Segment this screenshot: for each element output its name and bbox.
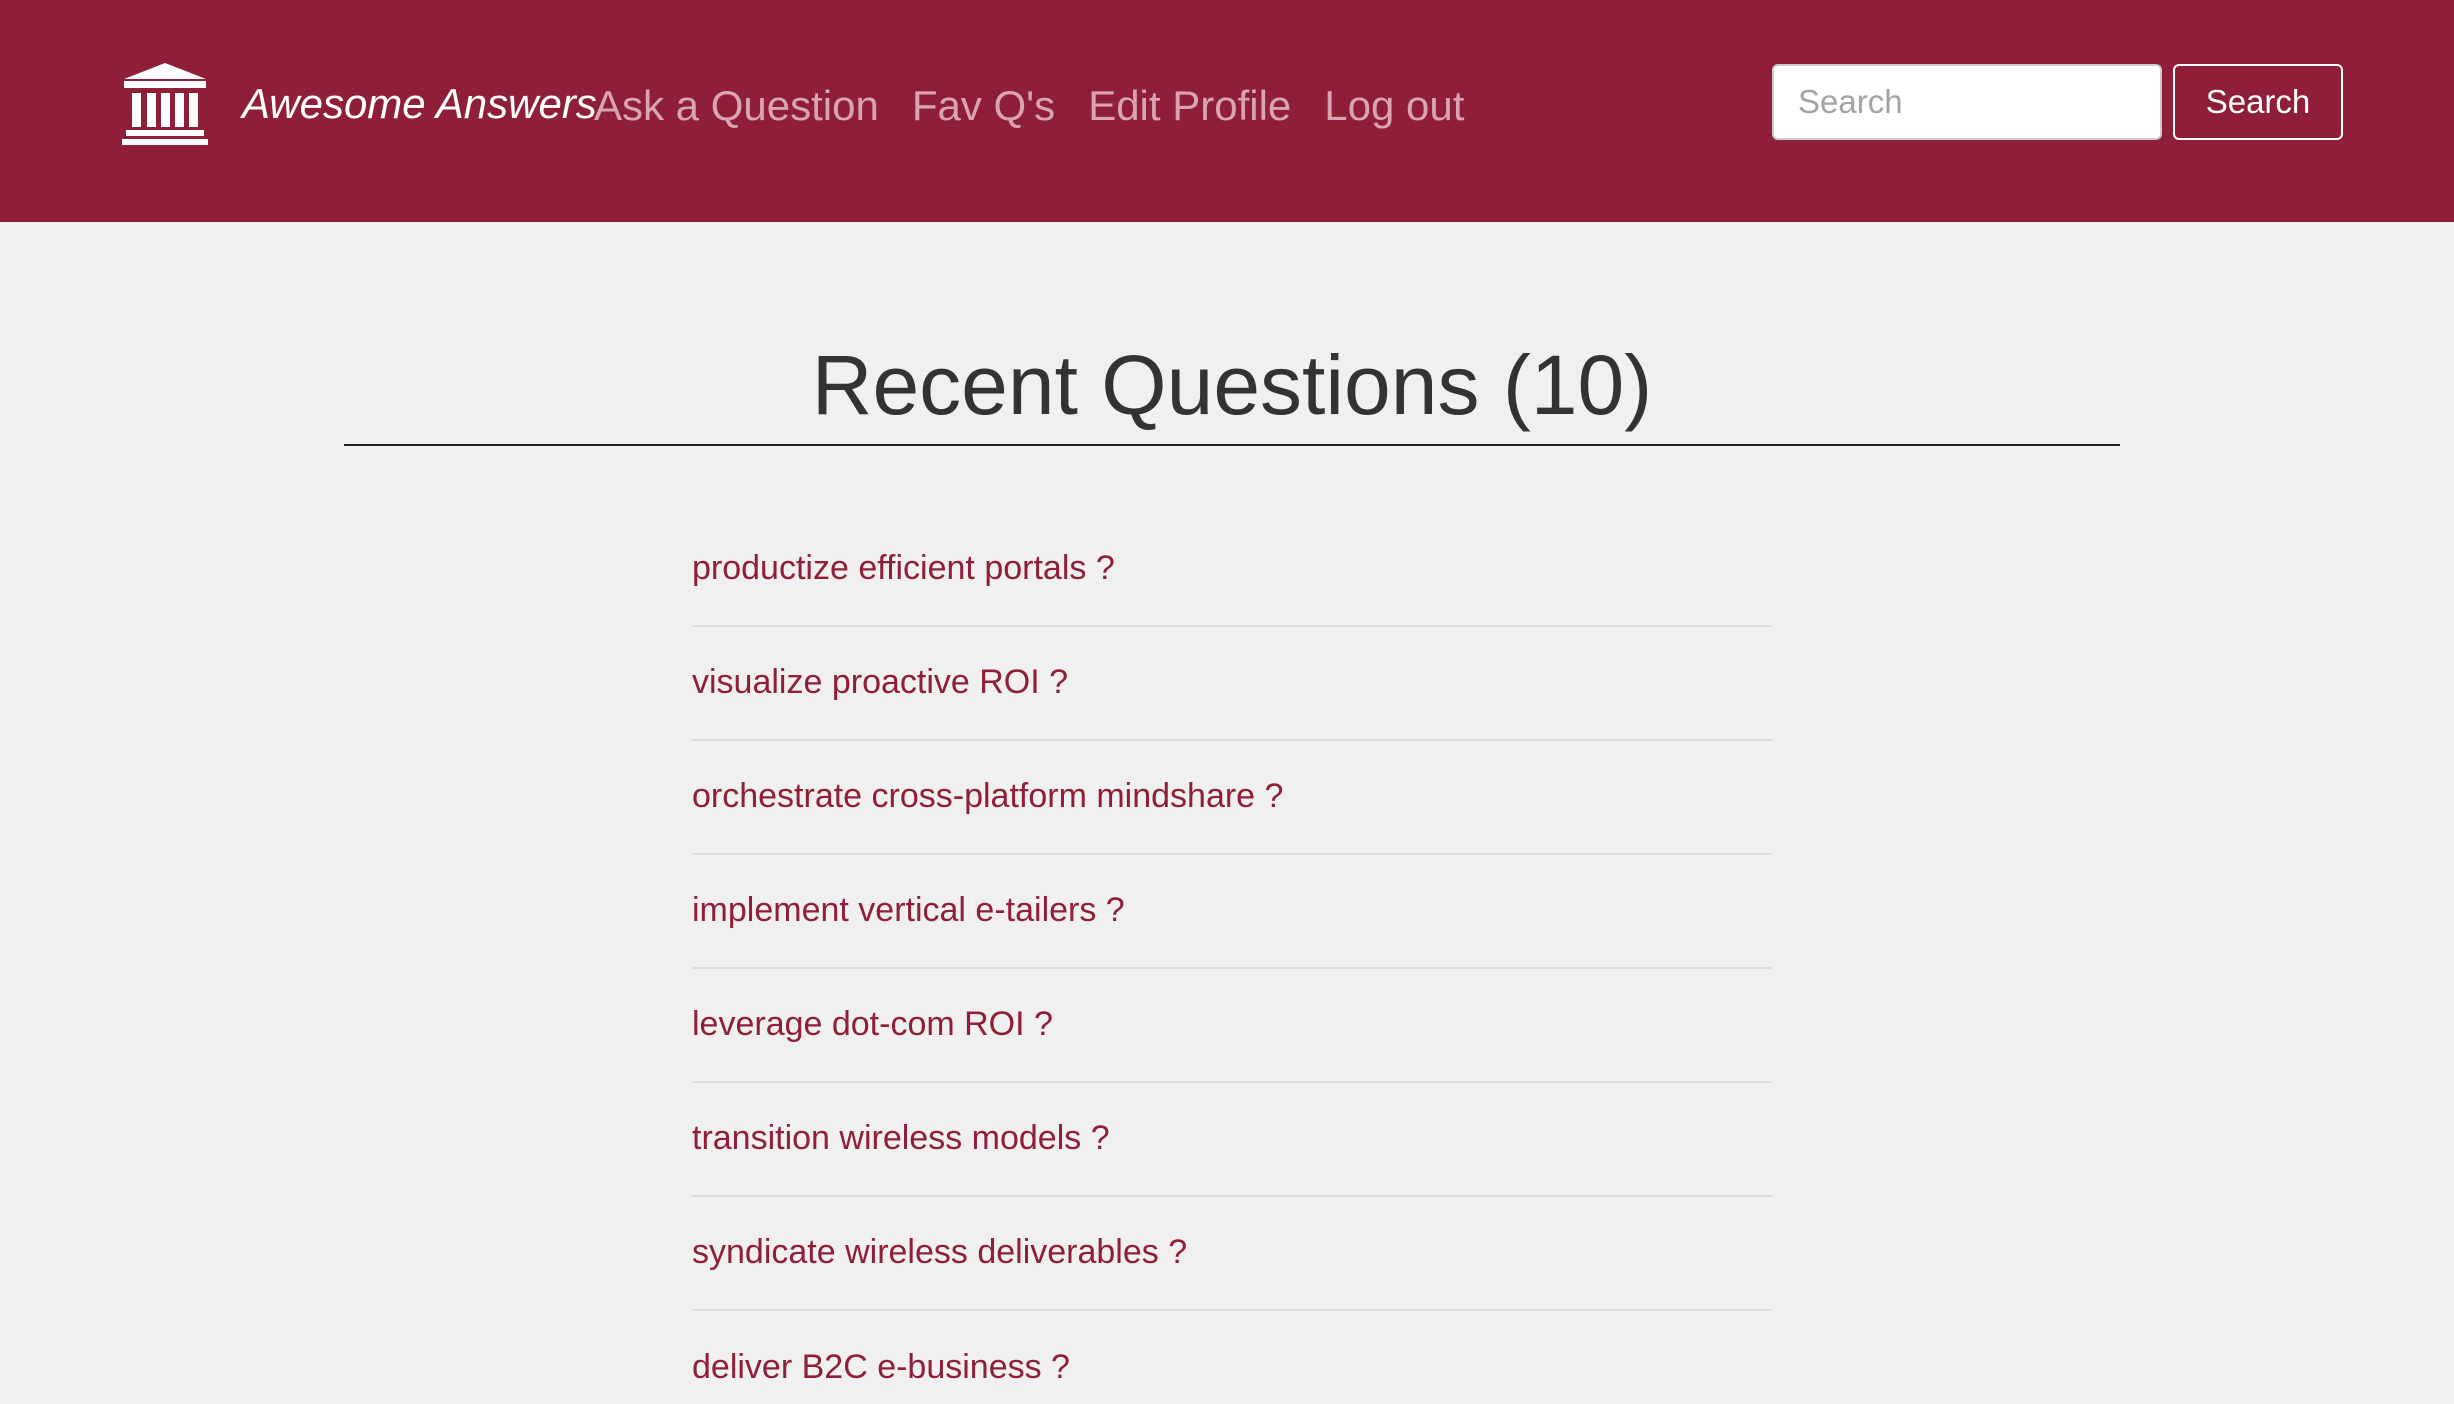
question-list: productize efficient portals ? visualize… <box>692 513 1772 1404</box>
institution-icon <box>122 63 208 145</box>
list-item: visualize proactive ROI ? <box>692 627 1772 741</box>
question-link[interactable]: leverage dot-com ROI ? <box>692 1005 1053 1044</box>
question-link[interactable]: orchestrate cross-platform mindshare ? <box>692 777 1283 816</box>
page-heading: Recent Questions (10) <box>344 330 2120 446</box>
question-link[interactable]: syndicate wireless deliverables ? <box>692 1233 1187 1272</box>
question-link[interactable]: deliver B2C e-business ? <box>692 1348 1070 1387</box>
nav-link-log-out[interactable]: Log out <box>1324 82 1464 130</box>
search-form: Search <box>1772 64 2343 140</box>
nav-link-fav-questions[interactable]: Fav Q's <box>912 82 1055 130</box>
question-link[interactable]: productize efficient portals ? <box>692 549 1115 588</box>
nav-links: Ask a Question Fav Q's Edit Profile Log … <box>594 78 1497 134</box>
list-item: leverage dot-com ROI ? <box>692 969 1772 1083</box>
list-item: transition wireless models ? <box>692 1083 1772 1197</box>
page-title: Recent Questions (10) <box>811 338 1653 432</box>
nav-link-edit-profile[interactable]: Edit Profile <box>1088 82 1291 130</box>
list-item: orchestrate cross-platform mindshare ? <box>692 741 1772 855</box>
page: Awesome Answers Ask a Question Fav Q's E… <box>0 0 2454 1404</box>
list-item: productize efficient portals ? <box>692 513 1772 627</box>
brand-link[interactable]: Awesome Answers <box>122 62 597 146</box>
list-item: syndicate wireless deliverables ? <box>692 1197 1772 1311</box>
search-button[interactable]: Search <box>2173 64 2343 140</box>
search-input[interactable] <box>1772 64 2162 140</box>
question-link[interactable]: visualize proactive ROI ? <box>692 663 1068 702</box>
list-item: deliver B2C e-business ? <box>692 1311 1772 1404</box>
brand-name: Awesome Answers <box>242 80 597 127</box>
nav-link-ask-question[interactable]: Ask a Question <box>594 82 879 130</box>
navbar: Awesome Answers Ask a Question Fav Q's E… <box>0 0 2454 222</box>
list-item: implement vertical e-tailers ? <box>692 855 1772 969</box>
question-link[interactable]: implement vertical e-tailers ? <box>692 891 1125 930</box>
question-link[interactable]: transition wireless models ? <box>692 1119 1110 1158</box>
